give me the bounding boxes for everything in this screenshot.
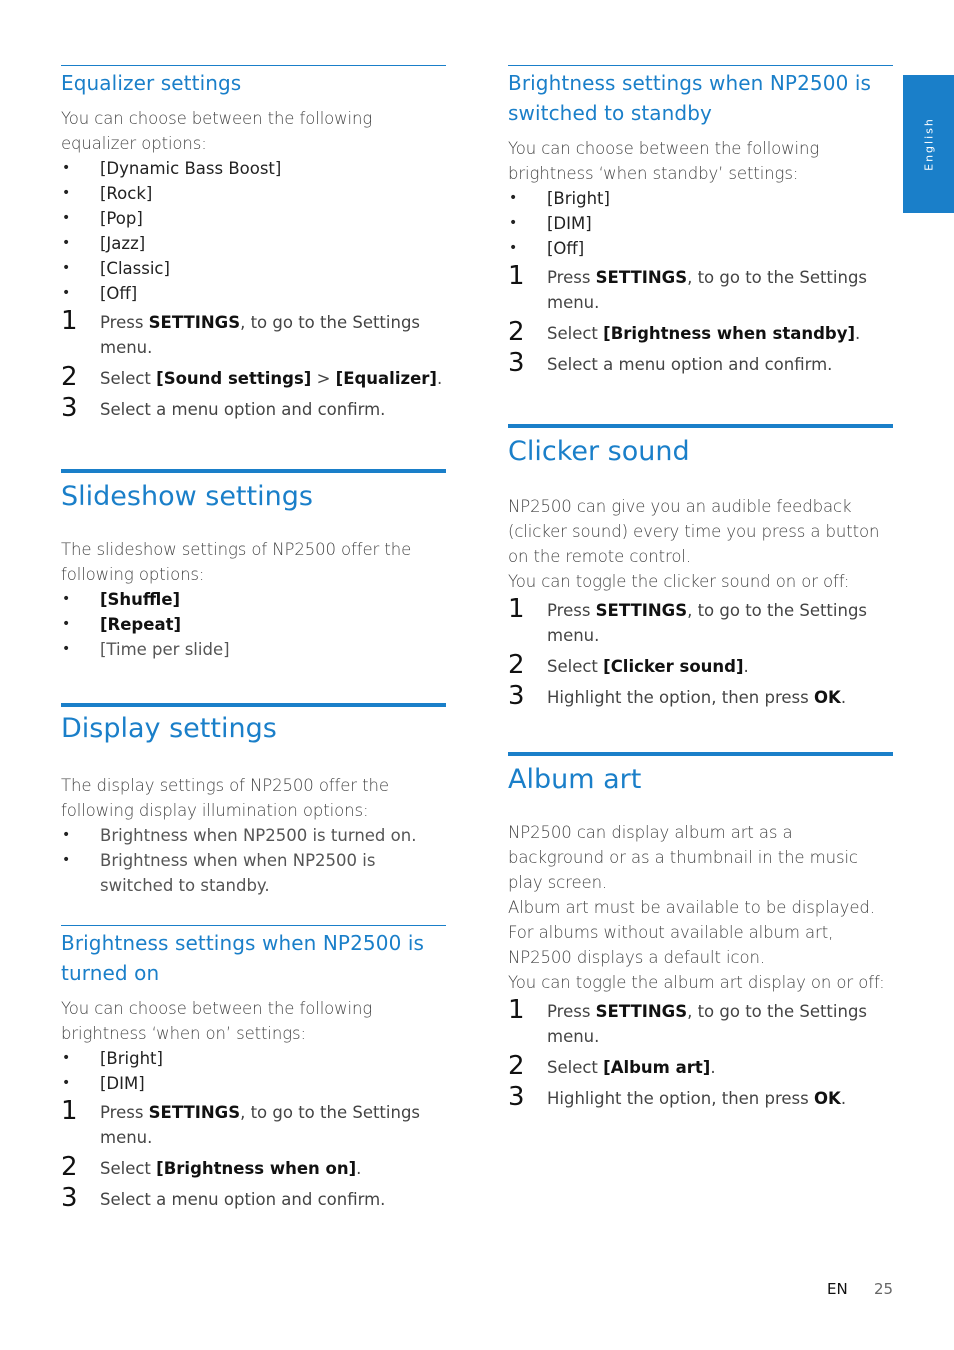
list-item: • Brightness when when NP2500 is switched… [61,848,446,898]
list-item: • [Bright] [508,186,893,211]
section-title: Equalizer settings [61,71,242,95]
bullet-icon: • [62,185,71,201]
section-title: Album art [508,764,642,795]
step-item: 1 Press SETTINGS, to go to the Settings m… [61,1096,421,1147]
section-intro: You can choose between the following bri… [61,999,373,1043]
page-number: 25 [874,1280,894,1298]
step-list: 1 Press SETTINGS, to go to the Settings m… [508,594,893,711]
list-item: • [Classic] [61,256,446,281]
bullet-icon: • [62,235,71,251]
section-intro-4: You can toggle the album art display on … [508,973,885,992]
step-item: 3 Select a menu option and confirm. [508,348,833,378]
step-item: 1 Press SETTINGS, to go to the Settings m… [508,995,868,1046]
step-list: 1 Press SETTINGS, to go to the Settings m… [508,261,893,378]
step-item: 3 Highlight the option, then press OK. [508,681,847,711]
list-item: • [Off] [508,236,893,261]
list-item: • [Rock] [61,181,446,206]
language-tab-label: English [922,117,935,171]
section-clicker-sound: Clicker sound NP2500 can give you an aud… [508,424,893,711]
list-item: • Brightness when NP2500 is turned on. [61,823,446,848]
bullet-icon: • [62,616,71,632]
bullet-icon: • [62,1050,71,1066]
section-intro: You can choose between the following equ… [61,109,373,153]
section-brightness-standby: Brightness settings when NP2500 is switc… [508,65,893,378]
step-item: 2 Select [Clicker sound]. [508,650,749,680]
bullet-icon: • [62,210,71,226]
section-equalizer: Equalizer settings You can choose betwee… [61,65,446,423]
section-album-art: Album art NP2500 can display album art a… [508,752,893,1112]
step-item: 3 Select a menu option and confirm. [61,1183,386,1213]
section-intro: NP2500 can give you an audible feedback … [508,497,880,566]
list-item: • [Time per slide] [61,637,446,662]
bullet-icon: • [62,285,71,301]
bullet-icon: • [62,260,71,276]
section-title: Brightness settings when NP2500 is turne… [61,931,425,985]
section-title: Clicker sound [508,436,690,467]
footer-language: EN [827,1280,848,1298]
section-intro-2: Album art must be available to be displa… [508,898,875,917]
step-item: 1 Press SETTINGS, to go to the Settings m… [508,261,868,312]
option-list: • [Dynamic Bass Boost] • [Rock] • [Pop] • [J… [61,156,446,306]
list-item: • [DIM] [508,211,893,236]
section-display: Display settings The display settings of… [61,703,446,898]
language-tab: English [903,75,954,213]
step-item: 1 Press SETTINGS, to go to the Settings m… [508,594,868,645]
section-intro: You can choose between the following bri… [508,139,820,183]
bullet-icon: • [509,215,518,231]
option-list: • [Bright] • [DIM] • [Off] [508,186,893,261]
step-item: 3 Highlight the option, then press OK. [508,1082,847,1112]
bullet-icon: • [62,160,71,176]
bullet-icon: • [509,190,518,206]
section-title: Brightness settings when NP2500 is switc… [508,71,872,125]
list-item: • [Repeat] [61,612,446,637]
bullet-icon: • [62,827,71,843]
section-intro: The slideshow settings of NP2500 offer t… [61,540,412,584]
list-item: • [Shuffle] [61,587,446,612]
step-item: 2 Select [Album art]. [508,1051,716,1081]
step-list: 1 Press SETTINGS, to go to the Settings m… [61,1096,446,1213]
option-list: • [Bright] • [DIM] [61,1046,446,1096]
bullet-icon: • [62,591,71,607]
list-item: • [Bright] [61,1046,446,1071]
step-list: 1 Press SETTINGS, to go to the Settings m… [508,995,893,1112]
option-list: • [Shuffle] • [Repeat] • [Time per slide] [61,587,446,662]
section-intro-2: You can toggle the clicker sound on or o… [508,572,850,591]
list-item: • [DIM] [61,1071,446,1096]
list-item: • [Off] [61,281,446,306]
bullet-icon: • [509,240,518,256]
step-item: 2 Select [Brightness when standby]. [508,317,861,347]
option-list: • Brightness when NP2500 is turned on. • B… [61,823,446,898]
section-intro: NP2500 can display album art as a backgr… [508,823,858,892]
section-intro: The display settings of NP2500 offer the… [61,776,389,820]
step-item: 1 Press SETTINGS, to go to the Settings m… [61,306,421,357]
section-title: Slideshow settings [61,481,313,512]
list-item: • [Dynamic Bass Boost] [61,156,446,181]
step-list: 1 Press SETTINGS, to go to the Settings m… [61,306,446,423]
section-intro-3: For albums without available album art, … [508,923,834,967]
step-item: 2 Select [Brightness when on]. [61,1152,362,1182]
step-item: 2 Select [Sound settings] > [Equalizer]. [61,362,443,392]
section-brightness-on: Brightness settings when NP2500 is turne… [61,925,446,1213]
bullet-icon: • [62,852,71,868]
section-slideshow: Slideshow settings The slideshow setting… [61,469,446,662]
bullet-icon: • [62,641,71,657]
list-item: • [Jazz] [61,231,446,256]
list-item: • [Pop] [61,206,446,231]
section-title: Display settings [61,713,277,744]
step-item: 3 Select a menu option and confirm. [61,393,386,423]
bullet-icon: • [62,1075,71,1091]
